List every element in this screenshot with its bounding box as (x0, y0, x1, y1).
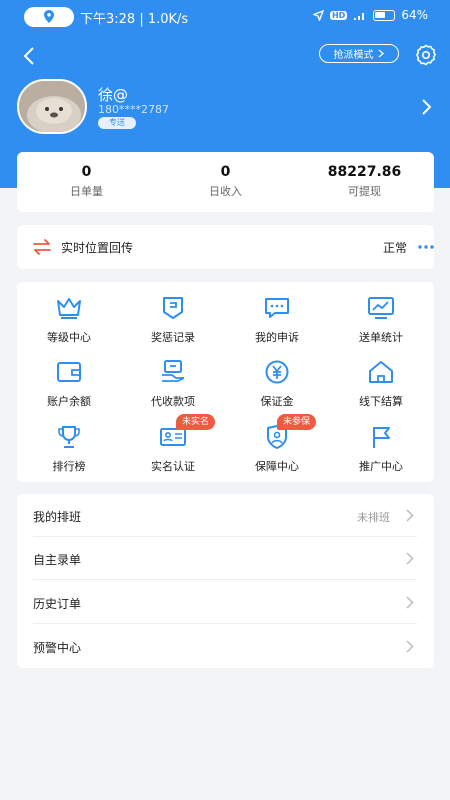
house-icon (369, 361, 393, 383)
grid-item-delivery-stats[interactable]: 送单统计 (329, 295, 433, 345)
status-bar: 下午3:28 | 1.0K/s HD 64% (0, 0, 450, 34)
grid-item-real-name-auth[interactable]: 实名认证 (121, 424, 225, 474)
chevron-right-icon (378, 49, 384, 58)
grid-item-label: 等级中心 (47, 331, 91, 344)
chevron-right-icon (406, 552, 414, 565)
back-arrow-icon[interactable] (18, 44, 42, 68)
chevron-right-icon (406, 509, 414, 522)
menu-item-schedule[interactable]: 我的排班 未排班 (17, 494, 434, 537)
location-report-status: 正常 (383, 241, 408, 255)
menu-item-manual-entry[interactable]: 自主录单 (17, 537, 434, 580)
menu-item-label: 预警中心 (33, 641, 82, 655)
grid-item-deposit[interactable]: 保证金 (225, 359, 329, 409)
unverified-badge: 未实名 (176, 414, 216, 430)
grid-item-label: 排行榜 (52, 460, 86, 473)
seal-avatar-image (19, 81, 85, 132)
grid-item-label: 送单统计 (359, 331, 403, 344)
divider (33, 623, 417, 624)
stat-value: 0 (81, 164, 92, 180)
grid-item-label: 保证金 (260, 395, 294, 408)
profile-chevron-right-icon[interactable] (420, 98, 434, 116)
grid-item-label: 实名认证 (151, 460, 195, 473)
grid-item-label: 我的申诉 (255, 331, 299, 344)
grid-item-label: 账户余额 (47, 395, 91, 408)
grid-item-offline-settlement[interactable]: 线下结算 (329, 359, 433, 409)
stat-value: 88227.86 (327, 164, 402, 180)
battery-percent: 64% (401, 8, 428, 22)
menu-list: 我的排班 未排班 自主录单 历史订单 预警中心 (17, 494, 434, 668)
function-grid: 等级中心 奖惩记录 我的申诉 送单统计 账户余额 代收款项 保证金 线下结算 排… (17, 282, 434, 482)
grid-item-collections[interactable]: 代收款项 (121, 359, 225, 409)
grid-item-insurance-center[interactable]: 保障中心 (225, 424, 329, 474)
flag-icon (373, 427, 390, 448)
trophy-icon (58, 426, 80, 448)
grid-item-label: 保障中心 (255, 460, 299, 473)
grab-mode-label: 抢派模式 (333, 50, 374, 61)
location-pill (24, 7, 74, 27)
gear-icon[interactable] (414, 43, 438, 67)
location-report-title: 实时位置回传 (61, 241, 134, 255)
grid-item-label: 线下结算 (359, 395, 403, 408)
collect-payment-icon (162, 360, 185, 382)
grid-item-level-center[interactable]: 等级中心 (17, 295, 121, 345)
signal-icon (354, 12, 365, 20)
divider (33, 579, 417, 580)
chart-monitor-icon (368, 297, 394, 319)
wallet-icon (57, 362, 81, 382)
hd-icon: HD (329, 10, 348, 20)
grab-mode-button[interactable]: 抢派模式 (319, 44, 399, 63)
menu-item-alert-center[interactable]: 预警中心 (17, 625, 434, 668)
menu-item-label: 我的排班 (33, 510, 82, 524)
grid-item-promotion-center[interactable]: 推广中心 (329, 424, 433, 474)
grid-item-label: 奖惩记录 (151, 331, 195, 344)
user-phone: 180****2787 (98, 103, 169, 116)
grid-item-appeals[interactable]: 我的申诉 (225, 295, 329, 345)
shield-flag-icon (163, 297, 183, 319)
menu-item-label: 自主录单 (33, 553, 82, 567)
more-dots-icon[interactable] (417, 239, 435, 255)
menu-item-label: 历史订单 (33, 597, 82, 611)
chevron-right-icon (406, 596, 414, 609)
swap-arrows-icon (33, 239, 51, 255)
stat-label: 日单量 (70, 185, 103, 198)
stat-label: 可提现 (348, 185, 381, 198)
user-type-tag: 专送 (98, 117, 136, 129)
user-name: 徐@ (98, 86, 129, 104)
menu-item-value: 未排班 (357, 511, 390, 524)
stats-card: 0 日单量 0 日收入 88227.86 可提现 (17, 152, 434, 212)
grid-item-label: 代收款项 (151, 395, 195, 408)
grid-item-account-balance[interactable]: 账户余额 (17, 359, 121, 409)
chevron-right-icon (406, 640, 414, 653)
uninsured-badge: 未参保 (277, 414, 317, 430)
location-pin-icon (44, 10, 54, 23)
avatar[interactable] (17, 79, 87, 134)
yen-circle-icon (265, 360, 289, 384)
navigation-arrow-icon (312, 9, 324, 21)
battery-icon (373, 9, 396, 21)
grid-item-rewards[interactable]: 奖惩记录 (121, 295, 225, 345)
stat-daily-orders[interactable]: 0 日单量 (17, 152, 156, 212)
stat-label: 日收入 (209, 185, 242, 198)
stat-withdrawable[interactable]: 88227.86 可提现 (295, 152, 434, 212)
stat-value: 0 (220, 164, 231, 180)
grid-item-label: 推广中心 (359, 460, 403, 473)
grid-item-leaderboard[interactable]: 排行榜 (17, 424, 121, 474)
crown-icon (57, 298, 81, 319)
status-time-speed: 下午3:28 | 1.0K/s (80, 12, 189, 27)
message-dots-icon (265, 298, 289, 318)
location-report-card[interactable]: 实时位置回传 正常 (17, 225, 434, 269)
menu-item-order-history[interactable]: 历史订单 (17, 581, 434, 624)
stat-daily-income[interactable]: 0 日收入 (156, 152, 295, 212)
